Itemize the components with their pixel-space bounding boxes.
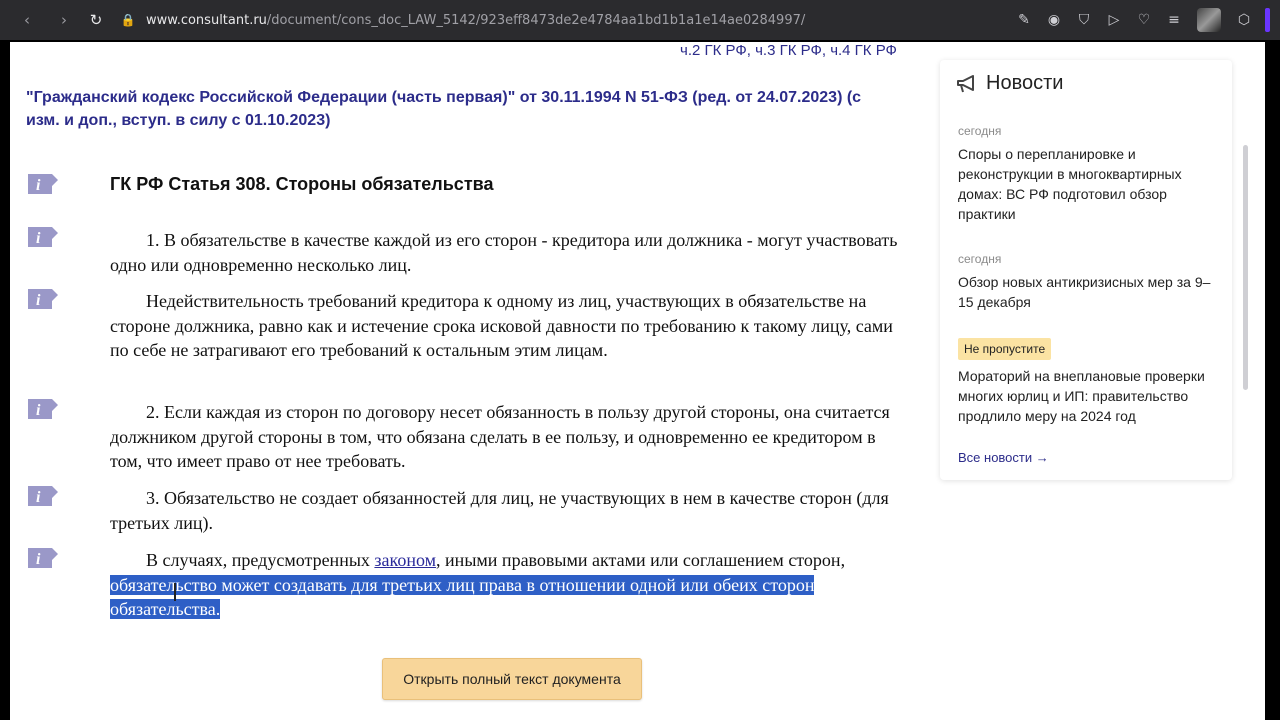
info-icon[interactable]: i [26, 397, 60, 421]
news-text[interactable]: Споры о перепланировке и реконструкции в… [958, 144, 1220, 224]
heart-icon[interactable]: ♡ [1129, 0, 1159, 40]
paragraph-2: Недействительность требований кредитора … [110, 291, 893, 360]
open-full-text-button[interactable]: Открыть полный текст документа [382, 658, 642, 700]
document-link[interactable]: "Гражданский кодекс Российской Федерации… [26, 86, 896, 132]
menu-icon[interactable]: ≡ [1159, 0, 1189, 40]
paragraph-5-start: В случаях, предусмотренных [146, 550, 375, 570]
news-item[interactable]: сегодня Обзор новых антикризисных мер за… [958, 252, 1220, 312]
camera-icon[interactable]: ◉ [1039, 0, 1069, 40]
paragraph-3: 2. Если каждая из сторон по договору нес… [110, 402, 890, 471]
paragraph-4: 3. Обязательство не создает обязанностей… [110, 488, 889, 533]
avatar[interactable] [1197, 8, 1221, 32]
scrollbar[interactable] [1243, 145, 1248, 390]
info-icon[interactable]: i [26, 484, 60, 508]
svg-text:i: i [36, 489, 41, 506]
svg-text:i: i [36, 230, 41, 247]
svg-text:i: i [36, 551, 41, 568]
info-icon[interactable]: i [26, 172, 60, 196]
news-title: Новости [986, 72, 1064, 94]
forward-icon[interactable]: › [52, 8, 76, 32]
all-news-link[interactable]: Все новости → [958, 450, 1049, 465]
selected-text: обязательство может создавать для третьи… [110, 574, 815, 619]
back-icon[interactable]: ‹ [15, 8, 39, 32]
edit-icon[interactable]: ✎ [1009, 0, 1039, 40]
play-icon[interactable]: ▷ [1099, 0, 1129, 40]
reload-icon[interactable]: ↻ [84, 8, 108, 32]
shield-icon[interactable]: ⛉ [1069, 0, 1099, 40]
url-host: www.consultant.ru [146, 12, 267, 28]
url-path: /document/cons_doc_LAW_5142/923eff8473de… [266, 12, 806, 28]
lock-icon: 🔒 [120, 13, 136, 27]
page-content: ч.2 ГК РФ, ч.3 ГК РФ, ч.4 ГК РФ "Граждан… [10, 42, 1265, 720]
news-item[interactable]: сегодня Споры о перепланировке и реконст… [958, 124, 1220, 224]
cube-icon[interactable]: ⬡ [1229, 0, 1259, 40]
law-link[interactable]: законом [374, 550, 436, 570]
svg-text:i: i [36, 402, 41, 419]
news-text[interactable]: Мораторий на внеплановые проверки многих… [958, 366, 1220, 426]
news-panel: Новости сегодня Споры о перепланировке и… [940, 60, 1232, 480]
svg-text:i: i [36, 177, 41, 194]
other-parts-links[interactable]: ч.2 ГК РФ, ч.3 ГК РФ, ч.4 ГК РФ [680, 42, 897, 59]
info-icon[interactable]: i [26, 287, 60, 311]
svg-text:i: i [36, 292, 41, 309]
news-date: сегодня [958, 124, 1002, 138]
news-badge: Не пропустите [958, 338, 1052, 360]
sidebar-indicator [1265, 8, 1270, 32]
info-icon[interactable]: i [26, 225, 60, 249]
paragraph-1: 1. В обязательстве в качестве каждой из … [110, 230, 898, 275]
browser-toolbar: ‹ › ↻ 🔒 www.consultant.ru/document/cons_… [0, 0, 1280, 40]
address-bar[interactable]: 🔒 www.consultant.ru/document/cons_doc_LA… [120, 6, 990, 34]
news-header: Новости [956, 72, 1063, 95]
info-icon[interactable]: i [26, 546, 60, 570]
megaphone-icon [957, 74, 974, 92]
article-title: ГК РФ Статья 308. Стороны обязательства [110, 174, 494, 194]
news-date: сегодня [958, 252, 1002, 266]
paragraph-5: В случаях, предусмотренных законом, иным… [110, 548, 910, 622]
news-item[interactable]: Не пропустите Мораторий на внеплановые п… [958, 338, 1220, 426]
extensions-area: ✎ ◉ ⛉ ▷ ♡ ≡ ⬡ [1009, 0, 1280, 40]
text-cursor-icon [174, 583, 176, 601]
news-text[interactable]: Обзор новых антикризисных мер за 9–15 де… [958, 272, 1220, 312]
paragraph-5-middle: , иными правовыми актами или соглашением… [436, 550, 846, 570]
